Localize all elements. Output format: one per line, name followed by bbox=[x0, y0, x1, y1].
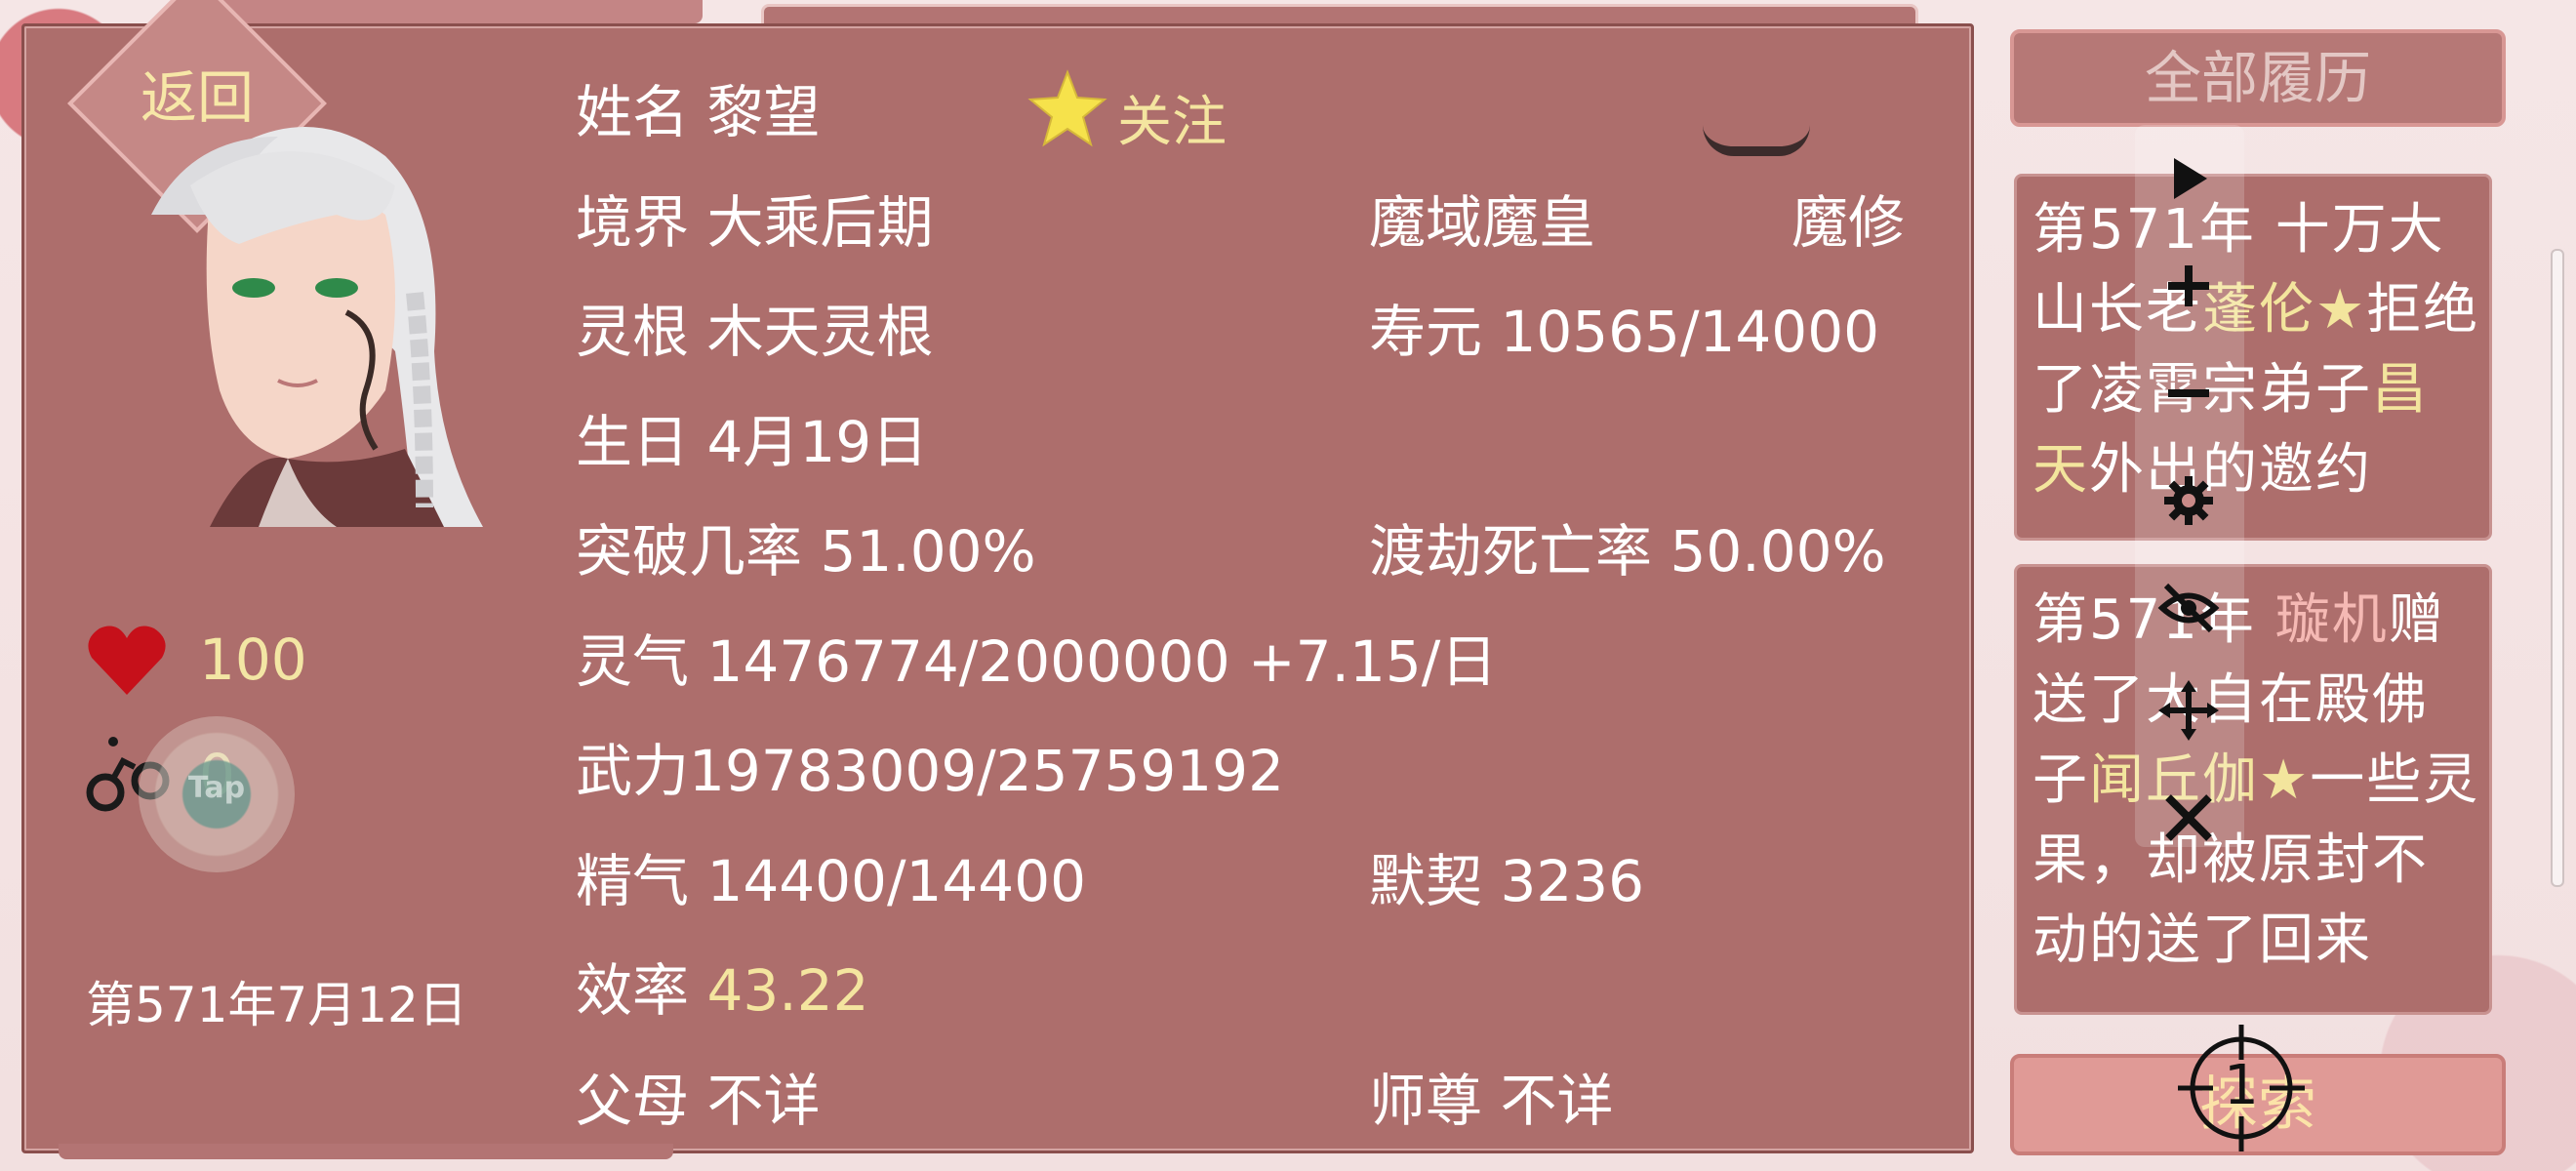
minus-icon[interactable] bbox=[2154, 359, 2223, 427]
qi-label: 灵气 bbox=[576, 628, 690, 695]
master-value: 不详 bbox=[1500, 1068, 1614, 1134]
move-icon[interactable] bbox=[2154, 676, 2223, 745]
tribulation-row: 渡劫死亡率 50.00% bbox=[1369, 517, 1886, 586]
root-value: 木天灵根 bbox=[706, 299, 934, 365]
character-name: 黎望 bbox=[706, 79, 821, 145]
star-icon[interactable] bbox=[1026, 68, 1108, 150]
heart-icon bbox=[88, 626, 166, 695]
efficiency-row: 效率 43.22 bbox=[576, 956, 869, 1025]
power-row: 武力19783009/25759192 bbox=[576, 737, 1284, 805]
root-label: 灵根 bbox=[576, 299, 690, 365]
efficiency-value: 43.22 bbox=[706, 957, 869, 1024]
current-date: 第571年7月12日 bbox=[86, 977, 467, 1033]
heart-value: 100 bbox=[199, 626, 307, 693]
lifespan-row: 寿元 10565/14000 bbox=[1369, 298, 1879, 366]
history-card: 第571年 璇机赠送了大自在殿佛子闻丘伽★一些灵果，却被原封不动的送了回来 bbox=[2014, 564, 2492, 1015]
realm-row: 境界 大乘后期 bbox=[576, 188, 933, 257]
tap-label[interactable]: Tap bbox=[181, 771, 252, 805]
scrollbar[interactable] bbox=[2551, 249, 2564, 887]
master-row: 师尊 不详 bbox=[1369, 1067, 1613, 1135]
qi-row: 灵气 1476774/2000000 +7.15/日 bbox=[576, 627, 1497, 696]
parents-row: 父母 不详 bbox=[576, 1067, 820, 1135]
gear-icon[interactable] bbox=[2154, 466, 2223, 535]
lifespan-value: 10565/14000 bbox=[1500, 299, 1880, 365]
tacit-value: 3236 bbox=[1500, 848, 1645, 914]
crosshair-number: 1 bbox=[2224, 1054, 2259, 1117]
history-card: 第571年 十万大山长老蓬伦★拒绝了凌霄宗弟子昌天外出的邀约 bbox=[2014, 174, 2492, 541]
parents-value: 不详 bbox=[706, 1068, 821, 1134]
follow-button[interactable]: 关注 bbox=[1117, 78, 1227, 157]
tribulation-value: 50.00% bbox=[1670, 518, 1886, 585]
qi-value: 1476774/2000000 +7.15/日 bbox=[706, 628, 1498, 695]
essence-row: 精气 14400/14400 bbox=[576, 847, 1086, 915]
breakthrough-label: 突破几率 bbox=[576, 518, 803, 585]
breakthrough-value: 51.00% bbox=[820, 518, 1036, 585]
breakthrough-row: 突破几率 51.00% bbox=[576, 517, 1036, 586]
name-label: 姓名 bbox=[576, 79, 690, 145]
tribulation-label: 渡劫死亡率 bbox=[1369, 518, 1653, 585]
all-history-label[interactable]: 全部履历 bbox=[2014, 33, 2502, 123]
history-entry-text: 第571年 十万大山长老蓬伦★拒绝了凌霄宗弟子昌天外出的邀约 bbox=[2033, 190, 2481, 510]
person-link[interactable]: 璇机 bbox=[2275, 588, 2389, 652]
realm-value: 大乘后期 bbox=[706, 189, 934, 256]
birthday-value: 4月19日 bbox=[706, 409, 929, 475]
power-value: 19783009/25759192 bbox=[689, 738, 1284, 804]
essence-value: 14400/14400 bbox=[706, 848, 1087, 914]
lifespan-label: 寿元 bbox=[1369, 299, 1483, 365]
master-label: 师尊 bbox=[1369, 1068, 1483, 1134]
decor-arc bbox=[1703, 125, 1810, 156]
title-value: 魔域魔皇 bbox=[1369, 189, 1596, 256]
parents-label: 父母 bbox=[576, 1068, 690, 1134]
plus-icon[interactable] bbox=[2154, 252, 2223, 320]
history-entry-text: 第571年 璇机赠送了大自在殿佛子闻丘伽★一些灵果，却被原封不动的送了回来 bbox=[2033, 581, 2481, 981]
efficiency-label: 效率 bbox=[576, 957, 690, 1024]
bottom-panel-edge bbox=[59, 1144, 673, 1159]
essence-label: 精气 bbox=[576, 848, 690, 914]
play-icon[interactable] bbox=[2154, 144, 2223, 213]
character-portrait bbox=[93, 98, 512, 527]
root-row: 灵根 木天灵根 bbox=[576, 298, 933, 366]
close-icon[interactable] bbox=[2154, 784, 2223, 852]
name-row: 姓名 黎望 bbox=[576, 78, 820, 146]
birthday-label: 生日 bbox=[576, 409, 690, 475]
tacit-row: 默契 3236 bbox=[1369, 847, 1644, 915]
path-value: 魔修 bbox=[1791, 189, 1906, 256]
eye-hidden-icon[interactable] bbox=[2154, 574, 2223, 642]
tacit-label: 默契 bbox=[1369, 848, 1483, 914]
top-tab[interactable] bbox=[195, 0, 703, 23]
all-history-button[interactable]: 全部履历 bbox=[2010, 29, 2506, 127]
birthday-row: 生日 4月19日 bbox=[576, 408, 928, 476]
power-label: 武力 bbox=[576, 738, 690, 804]
realm-label: 境界 bbox=[576, 189, 690, 256]
